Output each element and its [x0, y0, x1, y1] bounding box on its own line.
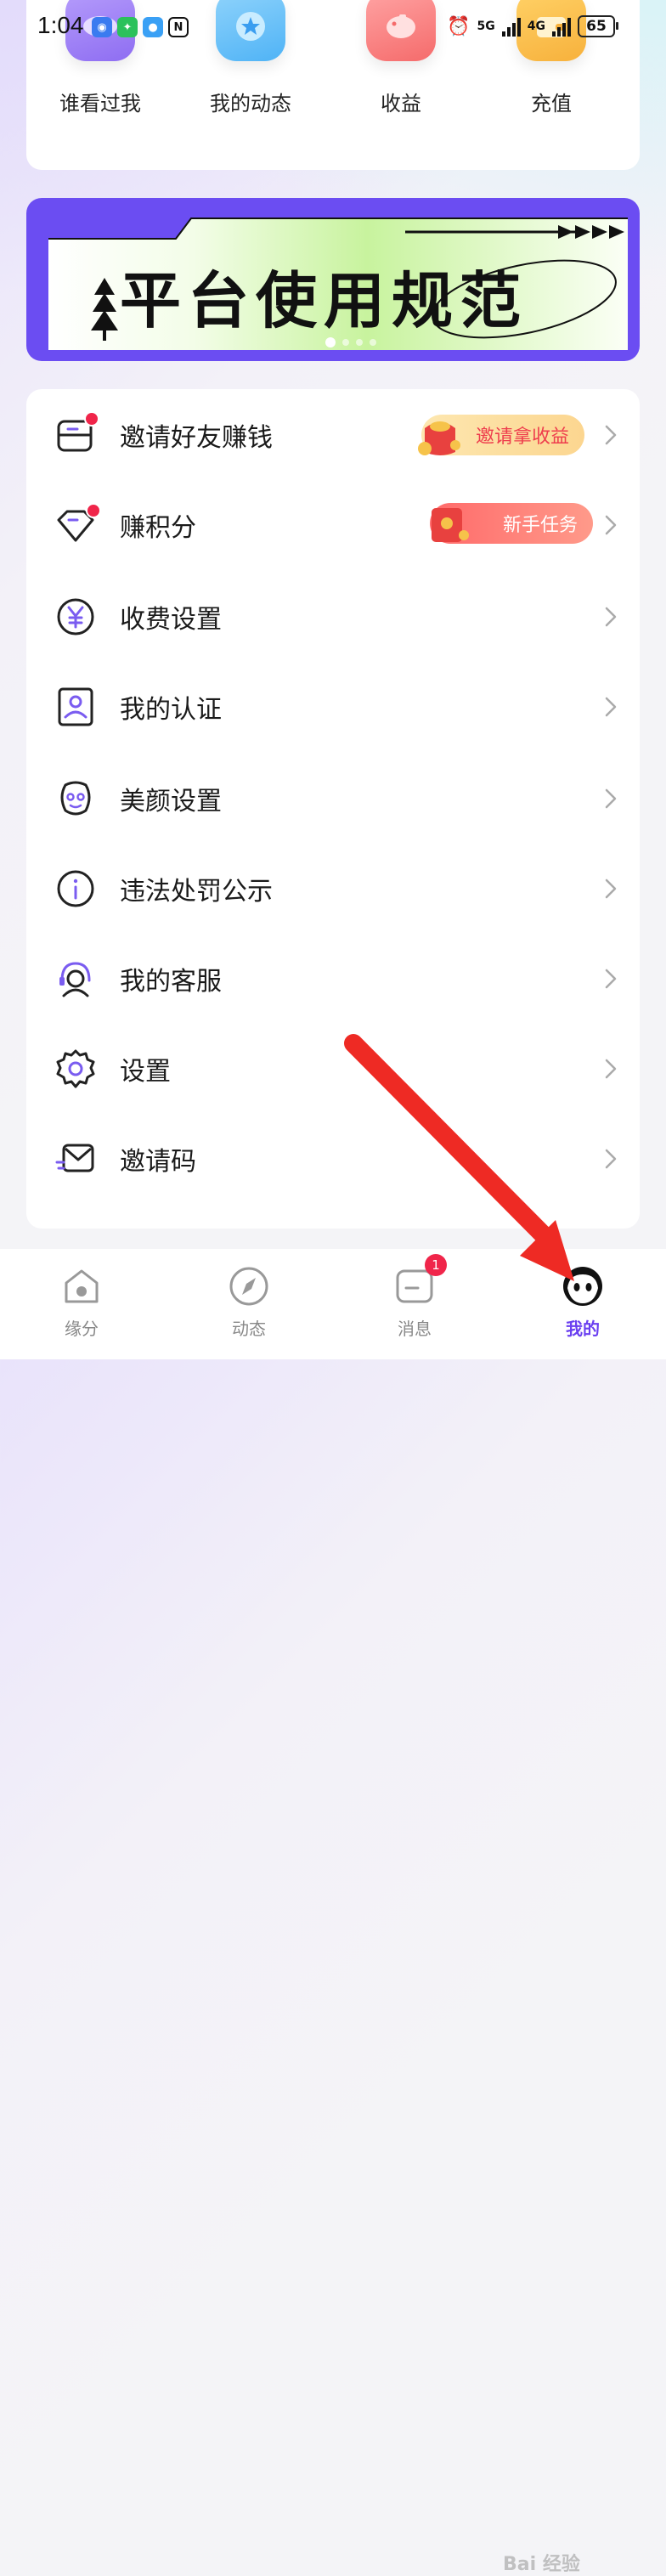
tab-label: 我的: [566, 1319, 600, 1339]
pagination-dot[interactable]: [342, 339, 349, 346]
chevron-right-icon: [605, 1149, 617, 1169]
menu-item-label: 我的客服: [120, 967, 222, 997]
status-bar: 1:04 ◉ ✦ ● N ⏰ 5G 4G 65: [0, 0, 666, 54]
notification-icons: ◉ ✦ ● N: [92, 17, 189, 37]
menu-item-label: 邀请码: [120, 1147, 196, 1177]
chevron-right-icon: [605, 607, 617, 627]
gear-icon: [56, 1049, 95, 1088]
home-icon: [59, 1264, 104, 1308]
compass-icon: [227, 1264, 271, 1308]
signal-icon: [552, 16, 571, 37]
wechat-icon: ✦: [117, 17, 138, 37]
nfc-icon: N: [168, 17, 189, 37]
pagination-dot[interactable]: [325, 337, 336, 347]
info-icon: [57, 870, 94, 907]
battery-icon: 65: [578, 15, 618, 37]
pill-label: 新手任务: [502, 515, 578, 536]
pagination-dot[interactable]: [356, 339, 363, 346]
newbie-task-pill[interactable]: 新手任务: [430, 503, 593, 544]
quick-action-label: 充值: [531, 92, 572, 116]
status-right: ⏰ 5G 4G 65: [447, 15, 618, 37]
chevron-right-icon: [605, 788, 617, 809]
battery-level: 65: [586, 18, 607, 35]
id-card-icon: [58, 687, 93, 726]
menu-item-fee-settings[interactable]: 收费设置: [26, 571, 640, 663]
menu-item-my-certification[interactable]: 我的认证: [26, 661, 640, 753]
menu-item-customer-service[interactable]: 我的客服: [26, 933, 640, 1025]
chevron-right-icon: [605, 969, 617, 989]
pagination-dot[interactable]: [370, 339, 376, 346]
red-packet-icon: [432, 508, 469, 542]
menu-item-settings[interactable]: 设置: [26, 1023, 640, 1115]
tab-fate[interactable]: 缘分: [31, 1264, 133, 1340]
chevron-right-icon: [605, 878, 617, 899]
network-5g-label: 5G: [477, 20, 495, 33]
menu-item-earn-points[interactable]: 赚积分 新手任务: [26, 479, 640, 571]
tab-label: 缘分: [65, 1319, 99, 1339]
red-envelope-bag-icon: [418, 421, 460, 455]
tab-label: 动态: [232, 1319, 266, 1339]
invite-earnings-pill[interactable]: 邀请拿收益: [418, 415, 584, 455]
chevron-right-icon: [605, 425, 617, 445]
tab-moments[interactable]: 动态: [198, 1264, 300, 1340]
menu-item-label: 设置: [120, 1057, 171, 1087]
tab-mine[interactable]: 我的: [532, 1264, 634, 1340]
menu-item-label: 违法处罚公示: [120, 877, 273, 907]
status-time: 1:04: [37, 12, 84, 38]
chat-bubble-icon: ●: [143, 17, 163, 37]
chevron-right-icon: [605, 1059, 617, 1079]
watermark: Bai 经验: [503, 2554, 580, 2575]
tab-label: 消息: [398, 1319, 432, 1339]
alarm-icon: ⏰: [447, 15, 471, 37]
face-icon: [60, 781, 91, 816]
platform-rules-banner[interactable]: 平台使用规范: [26, 198, 640, 361]
quick-action-label: 我的动态: [210, 92, 291, 116]
pill-label: 邀请拿收益: [475, 427, 569, 448]
mail-icon: [55, 1144, 94, 1172]
menu-item-label: 邀请好友赚钱: [120, 423, 273, 453]
app-notification-icon: ◉: [92, 17, 112, 37]
tab-messages[interactable]: 1 消息: [364, 1254, 466, 1340]
headset-icon: [59, 962, 91, 997]
menu-item-beauty-settings[interactable]: 美颜设置: [26, 753, 640, 845]
chevron-right-icon: [605, 697, 617, 717]
profile-face-icon: [561, 1264, 605, 1308]
banner-title: 平台使用规范: [120, 265, 528, 336]
chevron-right-icon: [605, 515, 617, 535]
bottom-tab-bar: 缘分 动态 1 消息 我的 Bai 经验: [0, 1249, 666, 2575]
menu-item-violation-notice[interactable]: 违法处罚公示: [26, 843, 640, 935]
banner-pagination: [325, 337, 376, 347]
quick-action-label: 收益: [381, 92, 421, 116]
unread-badge: 1: [425, 1254, 447, 1276]
signal-icon: [501, 16, 521, 37]
menu-item-label: 我的认证: [120, 695, 222, 725]
menu-item-invite-friends[interactable]: 邀请好友赚钱 邀请拿收益: [26, 389, 640, 481]
menu-item-label: 收费设置: [120, 605, 222, 635]
menu-item-label: 赚积分: [120, 513, 196, 543]
menu-list: 邀请好友赚钱 邀请拿收益 赚积分 新手任务 收费设置 我的认证 美颜设置 违法处…: [26, 389, 640, 1229]
yen-icon: [57, 598, 94, 636]
menu-item-invite-code[interactable]: 邀请码: [26, 1113, 640, 1205]
network-4g-label: 4G: [527, 20, 545, 33]
quick-action-label: 谁看过我: [59, 92, 141, 116]
red-dot-badge: [84, 411, 99, 427]
red-dot-badge: [86, 503, 101, 518]
message-icon: 1: [392, 1254, 447, 1308]
menu-item-label: 美颜设置: [120, 787, 222, 816]
